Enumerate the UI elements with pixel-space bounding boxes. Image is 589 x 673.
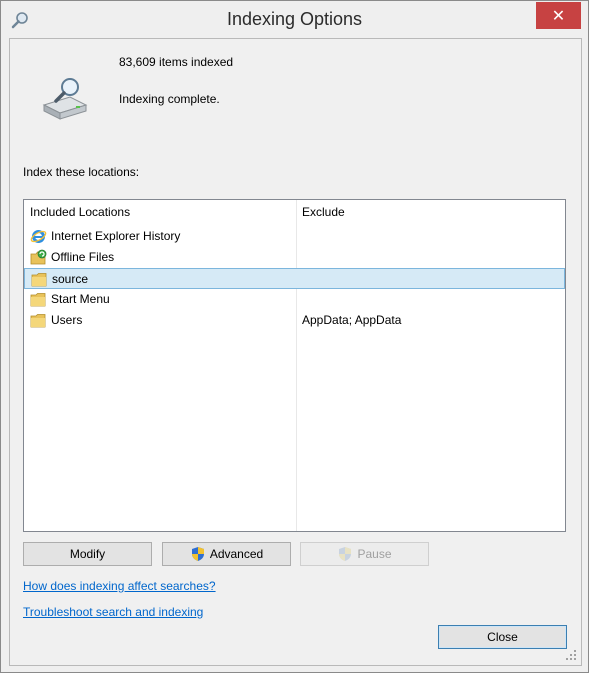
- list-item-selected[interactable]: source: [24, 268, 565, 289]
- location-name: Offline Files: [51, 250, 115, 264]
- modify-button-label: Modify: [69, 547, 106, 561]
- window-title: Indexing Options: [226, 9, 363, 29]
- dialog-body: 83,609 items indexed Indexing complete. …: [9, 38, 582, 666]
- indexing-drive-icon: [42, 78, 88, 120]
- folder-icon: [31, 273, 47, 287]
- location-exclude: AppData; AppData: [302, 313, 402, 327]
- locations-list[interactable]: Included Locations Exclude Internet Expl…: [23, 199, 566, 532]
- uac-shield-icon: [339, 547, 352, 561]
- list-item[interactable]: Offline Files: [24, 247, 565, 268]
- pause-button[interactable]: Pause: [300, 542, 429, 566]
- ie-icon: [30, 230, 47, 243]
- advanced-button-label: Advanced: [209, 547, 264, 561]
- list-item[interactable]: Users AppData; AppData: [24, 310, 565, 331]
- items-indexed-count: 83,609 items indexed: [119, 55, 234, 69]
- folder-icon: [30, 314, 46, 328]
- advanced-button[interactable]: Advanced: [162, 542, 291, 566]
- column-header-exclude[interactable]: Exclude: [302, 200, 345, 224]
- list-item[interactable]: Start Menu: [24, 289, 565, 310]
- close-button[interactable]: Close: [438, 625, 567, 649]
- close-button-label: Close: [487, 630, 518, 644]
- how-indexing-affects-searches-link[interactable]: How does indexing affect searches?: [23, 579, 216, 593]
- resize-grip-icon[interactable]: [565, 649, 577, 661]
- indexing-status: Indexing complete.: [119, 92, 220, 106]
- title-bar[interactable]: Indexing Options ✕: [1, 1, 588, 39]
- pause-button-label: Pause: [357, 547, 392, 561]
- location-name: Internet Explorer History: [51, 229, 181, 243]
- index-locations-label: Index these locations:: [23, 165, 140, 179]
- uac-shield-icon: [191, 547, 204, 561]
- troubleshoot-search-link[interactable]: Troubleshoot search and indexing: [23, 605, 203, 619]
- list-item[interactable]: Internet Explorer History: [24, 226, 565, 247]
- location-name: source: [52, 272, 89, 286]
- column-header-included-locations[interactable]: Included Locations: [30, 200, 130, 224]
- location-name: Start Menu: [51, 292, 110, 306]
- window-close-button[interactable]: ✕: [536, 2, 581, 29]
- modify-button[interactable]: Modify: [23, 542, 152, 566]
- location-name: Users: [51, 313, 83, 327]
- indexing-options-window: Indexing Options ✕ 83,609 items indexed …: [0, 0, 589, 673]
- folder-icon: [30, 293, 46, 307]
- offline-files-icon: [30, 249, 47, 265]
